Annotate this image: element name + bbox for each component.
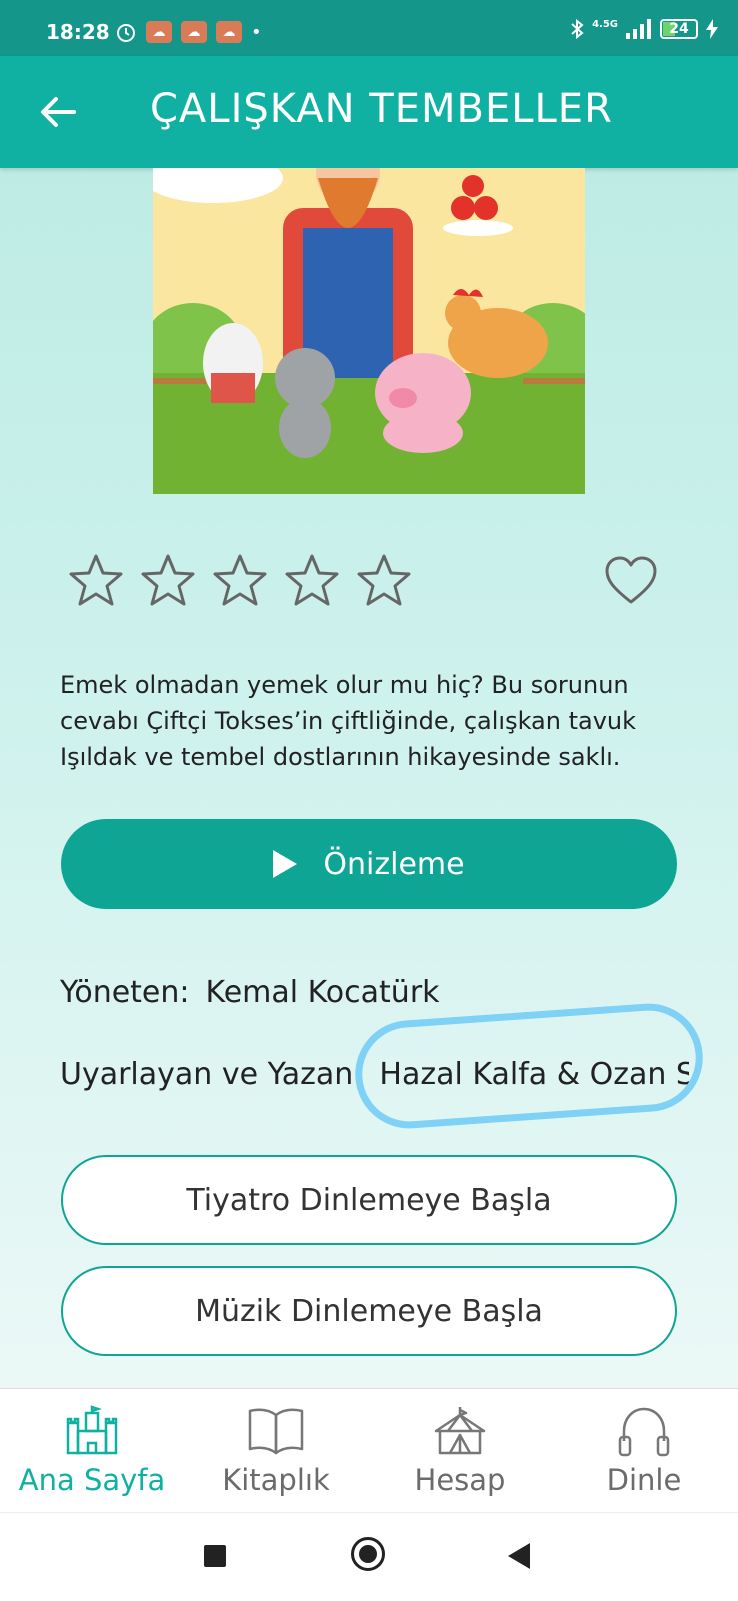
status-bar: 18:28 ☁ ☁ ☁ • 4.5G 24 (0, 0, 738, 56)
writer-label: Uyarlayan ve Yazan: (60, 1057, 364, 1092)
start-music-button[interactable]: Müzik Dinlemeye Başla (61, 1266, 677, 1356)
book-cover-image (153, 168, 585, 494)
favorite-heart-icon[interactable] (603, 554, 659, 606)
tab-home-label: Ana Sayfa (18, 1463, 166, 1497)
tab-account-label: Hesap (414, 1463, 506, 1497)
battery-level: 24 (669, 21, 689, 37)
system-navigation-bar (0, 1512, 738, 1601)
director-value: Kemal Kocatürk (205, 975, 440, 1010)
cloud-sync-icon: ☁ (181, 21, 207, 43)
charging-icon (706, 19, 718, 39)
back-arrow-icon[interactable] (36, 90, 80, 134)
status-system-icons: 4.5G 24 (570, 18, 718, 40)
star-outline-icon[interactable] (68, 552, 124, 608)
headphones-icon (618, 1407, 670, 1457)
bottom-tab-bar: Ana Sayfa Kitaplık Hesap Dinle (0, 1388, 738, 1513)
signal-icon (626, 19, 651, 39)
status-time: 18:28 (46, 20, 110, 44)
tab-listen[interactable]: Dinle (552, 1389, 736, 1513)
director-label: Yöneten: (60, 975, 190, 1010)
app-bar: ÇALIŞKAN TEMBELLER (0, 56, 738, 168)
tab-library-label: Kitaplık (222, 1463, 330, 1497)
star-outline-icon[interactable] (140, 552, 196, 608)
preview-button[interactable]: Önizleme (61, 819, 677, 909)
alarm-icon (117, 24, 135, 42)
start-theatre-label: Tiyatro Dinlemeye Başla (186, 1182, 552, 1218)
tab-account[interactable]: Hesap (368, 1389, 552, 1513)
star-outline-icon[interactable] (356, 552, 412, 608)
network-type: 4.5G (592, 18, 618, 30)
star-outline-icon[interactable] (284, 552, 340, 608)
tab-library[interactable]: Kitaplık (184, 1389, 368, 1513)
star-rating[interactable] (68, 552, 412, 608)
battery-icon: 24 (660, 19, 698, 39)
back-triangle-icon[interactable] (508, 1543, 530, 1569)
hand-drawn-highlight-circle (351, 999, 707, 1133)
preview-button-label: Önizleme (323, 846, 465, 882)
play-icon (273, 850, 298, 878)
story-description: Emek olmadan yemek olur mu hiç? Bu sorun… (60, 671, 637, 771)
circus-tent-icon (434, 1407, 486, 1455)
more-notifications-dot-icon: • (251, 21, 262, 43)
status-notifications: ☁ ☁ ☁ • (115, 21, 262, 43)
star-outline-icon[interactable] (212, 552, 268, 608)
tab-listen-label: Dinle (606, 1463, 682, 1497)
book-icon (248, 1408, 304, 1455)
home-icon[interactable] (351, 1537, 385, 1571)
bluetooth-icon (571, 18, 584, 40)
castle-icon (66, 1405, 118, 1455)
cloud-sync-icon: ☁ (146, 21, 172, 43)
start-music-label: Müzik Dinlemeye Başla (195, 1293, 543, 1329)
cloud-sync-icon: ☁ (216, 21, 242, 43)
page-title: ÇALIŞKAN TEMBELLER (150, 86, 613, 132)
tab-home[interactable]: Ana Sayfa (0, 1389, 184, 1513)
director-credit: Yöneten: Kemal Kocatürk (60, 975, 440, 1010)
recent-apps-icon[interactable] (204, 1545, 226, 1567)
start-theatre-button[interactable]: Tiyatro Dinlemeye Başla (61, 1155, 677, 1245)
